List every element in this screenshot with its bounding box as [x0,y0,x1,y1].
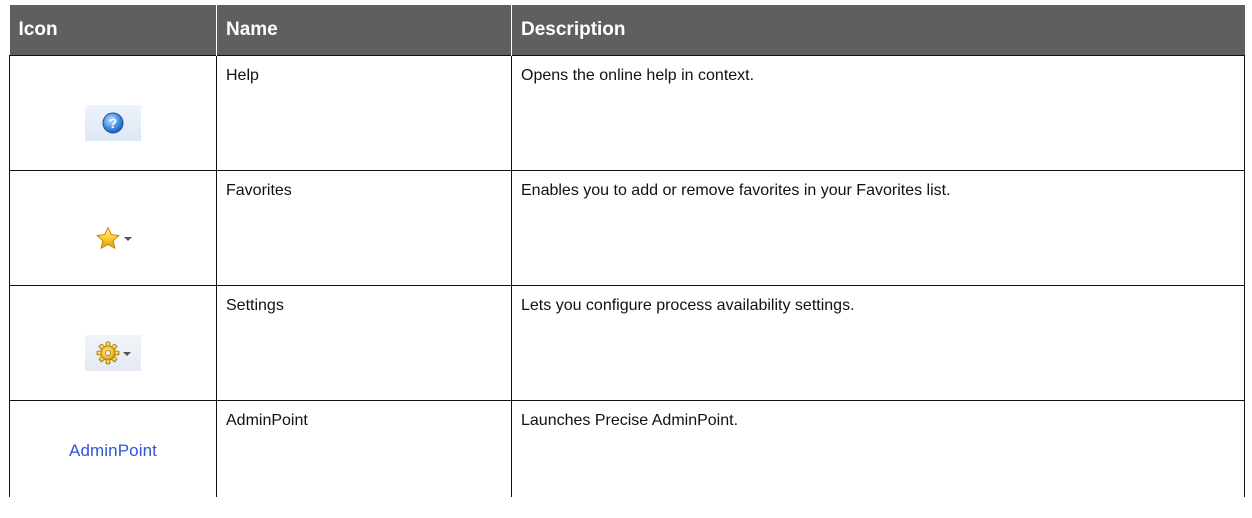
header-name: Name [216,5,512,55]
row-name: AdminPoint [216,399,512,497]
help-icon[interactable]: ? [85,104,141,141]
row-name: Settings [216,284,512,401]
row-description: Enables you to add or remove favorites i… [511,169,1245,286]
row-description: Launches Precise AdminPoint. [511,399,1245,497]
table-row: Favorites Enables you to add or remove f… [9,169,1245,286]
gear-icon [96,341,119,364]
header-description: Description [511,5,1245,55]
chevron-down-icon [123,236,132,241]
chevron-down-icon [122,351,131,356]
star-dropdown-icon[interactable] [85,220,141,256]
table-row: AdminPoint AdminPoint Launches Precise A… [9,399,1245,497]
star-icon [96,226,119,249]
header-icon: Icon [9,5,217,55]
adminpoint-link[interactable]: AdminPoint [69,441,157,461]
icon-cell: ? [9,54,217,171]
gear-dropdown-icon[interactable] [85,334,141,371]
row-name: Help [216,54,512,171]
row-description: Opens the online help in context. [511,54,1245,171]
row-description: Lets you configure process availability … [511,284,1245,401]
table-row: ? Help Opens the online help in context. [9,54,1245,171]
svg-text:?: ? [109,115,118,131]
row-name: Favorites [216,169,512,286]
table-header-row: Icon Name Description [9,5,1245,55]
icon-cell [9,284,217,401]
icon-cell [9,169,217,286]
icon-cell: AdminPoint [9,399,217,497]
icon-reference-table: Icon Name Description ? Help Opens the o… [9,5,1245,497]
table-row: Settings Lets you configure process avai… [9,284,1245,401]
